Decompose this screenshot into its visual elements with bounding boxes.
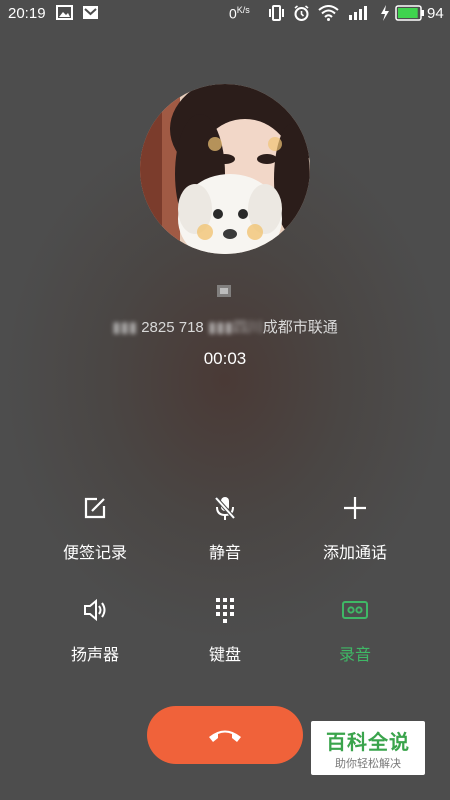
- watermark-title: 百科全说: [326, 732, 410, 754]
- mute-label: 静音: [208, 545, 241, 562]
- vibrate-icon: [269, 5, 284, 21]
- hang-up-icon: [209, 730, 241, 742]
- signal-icon: [349, 6, 367, 20]
- location-prefix-redacted: ▮▮▮四川: [203, 319, 263, 336]
- network-speed: 0K/s: [229, 5, 250, 22]
- note-button[interactable]: 便签记录: [20, 494, 170, 584]
- plus-icon: [344, 497, 366, 519]
- mute-button[interactable]: 静音: [150, 494, 300, 584]
- end-call-button[interactable]: [147, 706, 303, 764]
- status-time: 20:19: [8, 5, 46, 22]
- status-bar: 20:19 0K/s 94: [0, 0, 450, 28]
- speaker-button[interactable]: 扬声器: [20, 596, 170, 686]
- battery-level: 94: [427, 5, 444, 22]
- watermark-logo: 百科全说 助你轻松解决: [311, 721, 425, 775]
- alarm-icon: [294, 5, 309, 21]
- wifi-icon: [318, 5, 339, 21]
- image-notification-icon: [56, 5, 73, 20]
- call-duration: 00:03: [203, 349, 247, 368]
- speaker-label: 扬声器: [70, 647, 119, 664]
- record-icon: [342, 601, 368, 619]
- record-label: 录音: [338, 647, 371, 664]
- note-icon: [84, 497, 106, 519]
- contact-photo: [140, 84, 310, 254]
- caller-location: 成都市联通: [262, 319, 338, 336]
- add-call-button[interactable]: 添加通话: [280, 494, 430, 584]
- mic-off-icon: [214, 496, 236, 520]
- caller-mark-icon: [217, 285, 231, 297]
- battery-icon: [395, 5, 424, 21]
- mail-notification-icon: [83, 6, 98, 19]
- speaker-icon: [84, 598, 106, 622]
- caller-info: ▮▮▮ 2825 718 ▮▮▮四川成都市联通: [0, 316, 450, 337]
- dialpad-label: 键盘: [208, 647, 241, 664]
- number-prefix-redacted: ▮▮▮: [112, 319, 142, 336]
- dialpad-button[interactable]: 键盘: [150, 596, 300, 686]
- charging-icon: [381, 5, 389, 21]
- add-call-label: 添加通话: [322, 545, 387, 562]
- note-label: 便签记录: [62, 545, 127, 562]
- caller-number: 2825 718: [141, 319, 204, 336]
- contact-avatar: [140, 84, 310, 254]
- dialpad-icon: [216, 598, 234, 623]
- record-button[interactable]: 录音: [280, 596, 430, 686]
- watermark-subtitle: 助你轻松解决: [335, 758, 401, 770]
